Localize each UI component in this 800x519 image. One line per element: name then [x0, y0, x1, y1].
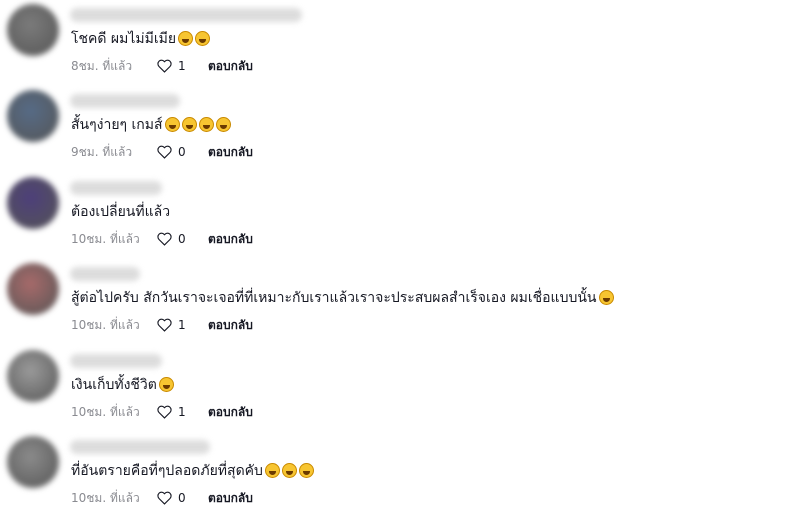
rofl-emoji — [164, 117, 180, 132]
grinning-sweat-emoji — [195, 31, 211, 46]
reply-button[interactable]: ตอบกลับ — [208, 317, 253, 333]
reply-button[interactable]: ตอบกลับ — [208, 144, 253, 160]
like-count: 0 — [178, 145, 186, 159]
timestamp: 10ชม. ที่แล้ว — [71, 318, 140, 332]
reply-button[interactable]: ตอบกลับ — [208, 231, 253, 247]
comment-item: โชคดี ผมไม่มีเมีย 8ชม. ที่แล้ว 1 ตอบกลับ — [0, 0, 800, 87]
timestamp: 10ชม. ที่แล้ว — [71, 405, 140, 419]
avatar[interactable] — [7, 90, 59, 142]
comment-item: ที่อันตรายคือที่ๆปลอดภัยที่สุดคับ 10ชม. ท… — [0, 432, 800, 519]
comment-text: ต้องเปลี่ยนที่แล้ว — [71, 203, 170, 221]
reply-button[interactable]: ตอบกลับ — [208, 58, 253, 74]
like-count: 0 — [178, 232, 186, 246]
laughing-emoji — [298, 463, 314, 478]
like-button[interactable]: 1 — [157, 58, 208, 74]
timestamp: 9ชม. ที่แล้ว — [71, 145, 133, 159]
rofl-emoji — [198, 117, 214, 132]
username-blurred[interactable] — [70, 267, 140, 281]
comment-text-label: สู้ต่อไปครับ สักวันเราจะเจอที่ที่เหมาะกั… — [71, 290, 597, 306]
like-count: 0 — [178, 491, 186, 505]
comment-text-label: ที่อันตรายคือที่ๆปลอดภัยที่สุดคับ — [71, 463, 263, 479]
comment-item: สั้นๆง่ายๆ เกมส์ 9ชม. ที่แล้ว 0 ตอบกลับ — [0, 86, 800, 173]
username-blurred[interactable] — [70, 354, 162, 368]
like-count: 1 — [178, 318, 186, 332]
comment-text-label: เงินเก็บทั้งชีวิต — [71, 377, 157, 393]
laughing-emoji — [264, 463, 280, 478]
username-blurred[interactable] — [70, 440, 210, 454]
comment-meta: 10ชม. ที่แล้ว 0 ตอบกลับ — [71, 231, 253, 247]
like-button[interactable]: 0 — [157, 231, 208, 247]
heart-icon[interactable] — [157, 145, 172, 159]
comment-text-label: สั้นๆง่ายๆ เกมส์ — [71, 117, 163, 133]
comment-item: เงินเก็บทั้งชีวิต 10ชม. ที่แล้ว 1 ตอบกลับ — [0, 346, 800, 433]
reply-button[interactable]: ตอบกลับ — [208, 404, 253, 420]
comment-item: สู้ต่อไปครับ สักวันเราจะเจอที่ที่เหมาะกั… — [0, 259, 800, 346]
like-button[interactable]: 1 — [157, 317, 208, 333]
grinning-sweat-emoji — [598, 290, 614, 305]
comment-text: สั้นๆง่ายๆ เกมส์ — [71, 116, 231, 134]
username-blurred[interactable] — [70, 94, 180, 108]
like-count: 1 — [178, 405, 186, 419]
timestamp: 8ชม. ที่แล้ว — [71, 59, 133, 73]
laughing-emoji — [281, 463, 297, 478]
laughing-emoji — [158, 377, 174, 392]
comment-text: โชคดี ผมไม่มีเมีย — [71, 30, 211, 48]
like-count: 1 — [178, 59, 186, 73]
comment-meta: 10ชม. ที่แล้ว 0 ตอบกลับ — [71, 490, 253, 506]
heart-icon[interactable] — [157, 491, 172, 505]
username-blurred[interactable] — [70, 181, 162, 195]
comment-meta: 8ชม. ที่แล้ว 1 ตอบกลับ — [71, 58, 253, 74]
avatar[interactable] — [7, 350, 59, 402]
grinning-sweat-emoji — [178, 31, 194, 46]
heart-icon[interactable] — [157, 405, 172, 419]
comment-meta: 10ชม. ที่แล้ว 1 ตอบกลับ — [71, 317, 253, 333]
heart-icon[interactable] — [157, 232, 172, 246]
like-button[interactable]: 0 — [157, 490, 208, 506]
comment-meta: 10ชม. ที่แล้ว 1 ตอบกลับ — [71, 404, 253, 420]
timestamp: 10ชม. ที่แล้ว — [71, 232, 140, 246]
like-button[interactable]: 1 — [157, 404, 208, 420]
timestamp: 10ชม. ที่แล้ว — [71, 491, 140, 505]
avatar[interactable] — [7, 263, 59, 315]
reply-button[interactable]: ตอบกลับ — [208, 490, 253, 506]
rofl-emoji — [181, 117, 197, 132]
username-blurred[interactable] — [70, 8, 302, 22]
comment-item: ต้องเปลี่ยนที่แล้ว 10ชม. ที่แล้ว 0 ตอบกลับ — [0, 173, 800, 260]
comment-meta: 9ชม. ที่แล้ว 0 ตอบกลับ — [71, 144, 253, 160]
rofl-emoji — [215, 117, 231, 132]
comment-text: สู้ต่อไปครับ สักวันเราจะเจอที่ที่เหมาะกั… — [71, 289, 614, 307]
heart-icon[interactable] — [157, 59, 172, 73]
like-button[interactable]: 0 — [157, 144, 208, 160]
comment-text-label: ต้องเปลี่ยนที่แล้ว — [71, 204, 171, 220]
comment-text-label: โชคดี ผมไม่มีเมีย — [71, 31, 177, 47]
comment-text: ที่อันตรายคือที่ๆปลอดภัยที่สุดคับ — [71, 462, 314, 480]
heart-icon[interactable] — [157, 318, 172, 332]
avatar[interactable] — [7, 4, 59, 56]
avatar[interactable] — [7, 177, 59, 229]
avatar[interactable] — [7, 436, 59, 488]
comment-text: เงินเก็บทั้งชีวิต — [71, 376, 174, 394]
